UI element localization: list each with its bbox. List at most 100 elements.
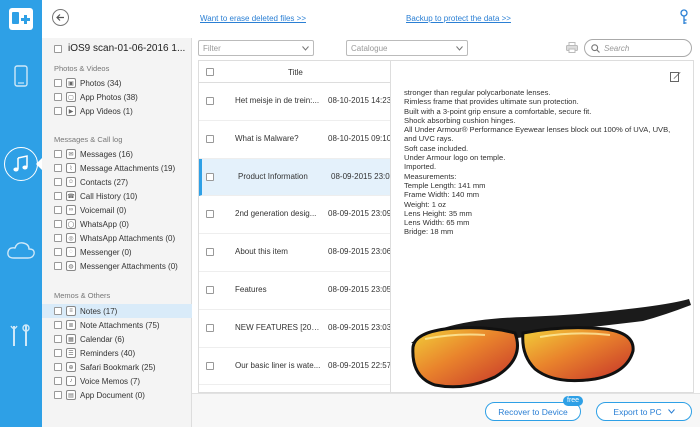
note-line: Temple Length: 141 mm <box>404 180 486 190</box>
sidebar-item-app-videos[interactable]: ▶ App Videos (1) <box>42 104 192 118</box>
checkbox[interactable] <box>54 377 62 385</box>
row-date: 08-10-2015 14:23 <box>328 96 390 105</box>
table-row[interactable] <box>199 385 390 392</box>
sidebar-item-app-photos[interactable]: ▢ App Photos (38) <box>42 90 192 104</box>
checkbox[interactable] <box>54 79 62 87</box>
sidebar-item-calendar[interactable]: ▦ Calendar (6) <box>42 332 192 346</box>
row-checkbox[interactable] <box>206 361 214 370</box>
sidebar-item-messages[interactable]: ✉ Messages (16) <box>42 147 192 161</box>
checkbox[interactable] <box>54 349 62 357</box>
sidebar-item-label: Messages (16) <box>80 149 133 159</box>
phone-icon[interactable] <box>0 54 42 98</box>
erase-files-link[interactable]: Want to erase deleted files >> <box>200 14 306 23</box>
row-checkbox[interactable] <box>206 97 214 105</box>
sidebar-item-voice-memos[interactable]: ♪ Voice Memos (7) <box>42 374 192 388</box>
scan-select-all-checkbox[interactable] <box>54 44 62 53</box>
note-line: All Under Armour® Performance Eyewear le… <box>404 125 671 135</box>
sidebar-item-whatsapp[interactable]: ◯ WhatsApp (0) <box>42 217 192 231</box>
list-header: Title <box>199 61 390 83</box>
note-line: Shock absorbing cushion hinges. <box>404 115 516 125</box>
table-row[interactable]: Our basic liner is wate... 08-09-2015 22… <box>199 348 390 386</box>
checkbox[interactable] <box>54 150 62 158</box>
row-checkbox[interactable] <box>206 285 214 294</box>
catalogue-dropdown[interactable]: Catalogue <box>346 40 468 56</box>
table-row[interactable]: 2nd generation desig... 08-09-2015 23:09 <box>199 196 390 235</box>
checkbox[interactable] <box>54 248 62 256</box>
sidebar-item-call-history[interactable]: ☎ Call History (10) <box>42 189 192 203</box>
row-date: 08-09-2015 23:03 <box>328 322 390 332</box>
row-date: 08-09-2015 23:05 <box>328 284 390 294</box>
row-title: What is Malware? <box>235 133 299 143</box>
row-checkbox[interactable] <box>206 172 214 181</box>
app-photo-icon: ▢ <box>66 92 76 102</box>
sidebar-item-safari-bookmark[interactable]: ⊕ Safari Bookmark (25) <box>42 360 192 374</box>
note-line: Under Armour logo on temple. <box>404 153 506 163</box>
filter-dropdown[interactable]: Filter <box>198 40 314 56</box>
tools-icon[interactable] <box>0 314 42 358</box>
table-row[interactable]: Features 08-09-2015 23:05 <box>199 272 390 310</box>
sidebar-item-note-attachments[interactable]: ≣ Note Attachments (75) <box>42 318 192 332</box>
sidebar-item-reminders[interactable]: ☰ Reminders (40) <box>42 346 192 360</box>
note-line: Measurements: <box>404 171 457 181</box>
row-date: 08-09-2015 23:06 <box>328 247 390 257</box>
sidebar-item-notes[interactable]: ≡ Notes (17) <box>42 304 192 318</box>
table-row[interactable]: NEW FEATURES [201... 08-09-2015 23:03 <box>199 310 390 348</box>
checkbox[interactable] <box>54 206 62 214</box>
table-row[interactable]: Het meisje in de trein:... 08-10-2015 14… <box>199 83 390 121</box>
back-button[interactable] <box>52 9 69 26</box>
backup-data-link[interactable]: Backup to protect the data >> <box>406 14 511 23</box>
scan-title: iOS9 scan-01-06-2016 1... <box>68 43 186 54</box>
table-row-selected[interactable]: Product Information 08-09-2015 23:09 <box>199 158 391 197</box>
note-line: stronger than regular polycarbonate lens… <box>404 88 551 97</box>
checkbox[interactable] <box>54 262 62 270</box>
print-icon[interactable] <box>566 42 578 55</box>
voicemail-icon: ∞ <box>66 205 76 215</box>
row-checkbox[interactable] <box>206 248 214 257</box>
sidebar-item-whatsapp-attachments[interactable]: ◎ WhatsApp Attachments (0) <box>42 231 192 245</box>
sidebar-item-contacts[interactable]: ☺ Contacts (27) <box>42 175 192 189</box>
chevron-down-icon <box>456 45 463 51</box>
checkbox[interactable] <box>54 234 62 242</box>
export-to-pc-button[interactable]: Export to PC <box>596 402 692 421</box>
row-date: 08-09-2015 23:09 <box>331 171 391 181</box>
key-icon[interactable] <box>680 9 688 27</box>
checkbox[interactable] <box>54 391 62 399</box>
checkbox[interactable] <box>54 178 62 186</box>
select-all-checkbox[interactable] <box>206 68 214 76</box>
checkbox[interactable] <box>54 335 62 343</box>
sidebar-item-app-document[interactable]: ▤ App Document (0) <box>42 388 192 402</box>
checkbox[interactable] <box>54 307 62 315</box>
search-box[interactable]: Search <box>584 39 692 57</box>
sidebar-item-photos[interactable]: ▣ Photos (34) <box>42 76 192 90</box>
table-row[interactable]: What is Malware? 08-10-2015 09:10 <box>199 121 390 159</box>
photo-icon: ▣ <box>66 78 76 88</box>
table-row[interactable]: About this item 08-09-2015 23:06 <box>199 234 390 272</box>
contact-icon: ☺ <box>66 177 76 187</box>
note-body: stronger than regular polycarbonate lens… <box>404 88 686 237</box>
sidebar-item-voicemail[interactable]: ∞ Voicemail (0) <box>42 203 192 217</box>
checkbox[interactable] <box>54 192 62 200</box>
row-title: Our basic liner is wate... <box>235 360 321 370</box>
checkbox[interactable] <box>54 220 62 228</box>
column-header-title[interactable]: Title <box>288 68 303 77</box>
note-line: Frame Width: 140 mm <box>404 190 480 200</box>
sidebar-item-label: Notes (17) <box>80 306 118 316</box>
checkbox[interactable] <box>54 107 62 115</box>
whatsapp-icon: ◯ <box>66 219 76 229</box>
row-checkbox[interactable] <box>206 134 214 143</box>
sidebar-item-message-attachments[interactable]: ⌇ Message Attachments (19) <box>42 161 192 175</box>
note-detail-pane: stronger than regular polycarbonate lens… <box>391 60 694 393</box>
sidebar-item-label: App Photos (38) <box>80 92 138 102</box>
checkbox[interactable] <box>54 321 62 329</box>
filter-placeholder: Filter <box>203 43 221 53</box>
sidebar-item-messenger-attachments[interactable]: ◍ Messenger Attachments (0) <box>42 259 192 273</box>
checkbox[interactable] <box>54 363 62 371</box>
row-checkbox[interactable] <box>206 210 214 219</box>
checkbox[interactable] <box>54 164 62 172</box>
row-checkbox[interactable] <box>206 323 214 332</box>
checkbox[interactable] <box>54 93 62 101</box>
sidebar-item-label: Messenger Attachments (0) <box>80 261 178 271</box>
edit-icon[interactable] <box>670 71 681 84</box>
cloud-icon[interactable] <box>0 228 42 272</box>
sidebar-item-messenger[interactable]: ◌ Messenger (0) <box>42 245 192 259</box>
